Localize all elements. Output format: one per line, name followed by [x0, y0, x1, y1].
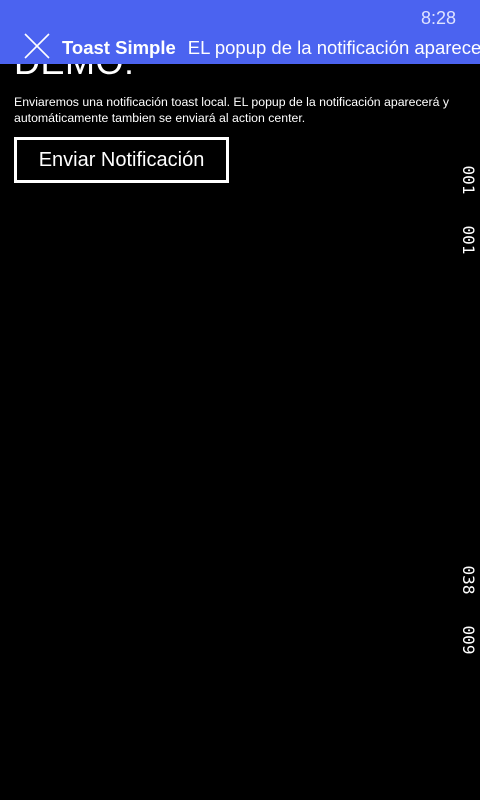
close-x-icon — [24, 33, 50, 59]
toast-title: Toast Simple — [62, 37, 176, 58]
frame-counter-bottom-2: 009 — [459, 625, 478, 655]
frame-counter-bottom-1: 038 — [459, 565, 478, 595]
toast-message: EL popup de la notificación aparecerá — [187, 37, 480, 58]
page-description: Enviaremos una notificación toast local.… — [14, 95, 449, 125]
frame-counter-top-2: 001 — [459, 225, 478, 255]
toast-text: Toast Simple EL popup de la notificación … — [62, 37, 480, 59]
status-bar-time: 8:28 — [420, 8, 456, 28]
send-notification-button[interactable]: Enviar Notificación — [14, 137, 229, 183]
toast-notification-banner[interactable]: 8:28 Toast Simple EL popup de la notifica… — [0, 0, 480, 64]
frame-counter-top-1: 001 — [459, 165, 478, 195]
app-screen: DEMO: Enviaremos una notificación toast … — [0, 0, 480, 800]
